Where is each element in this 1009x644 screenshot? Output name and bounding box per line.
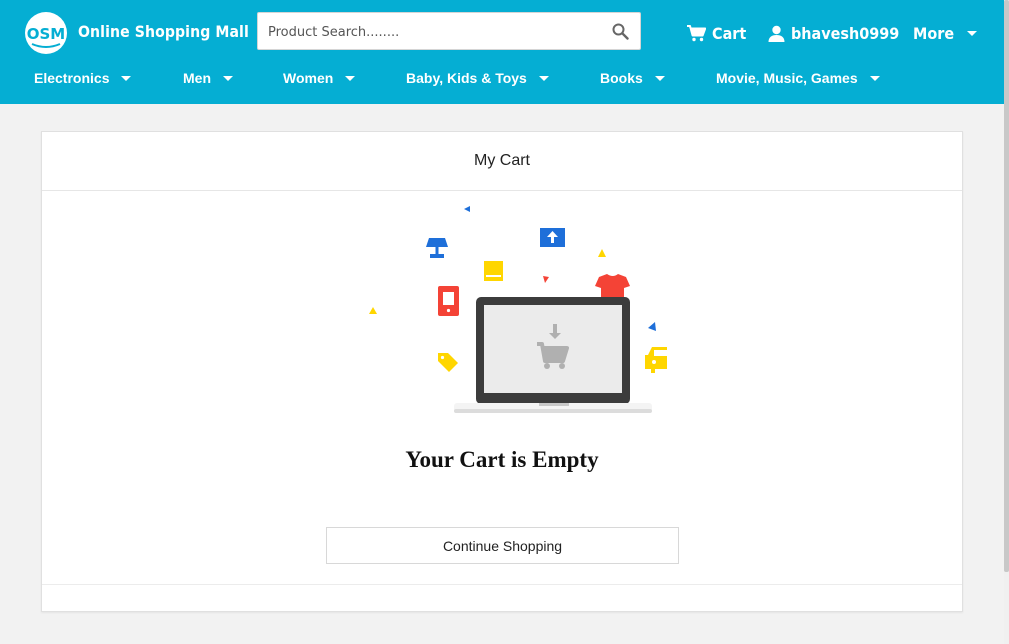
laptop-icon xyxy=(454,297,652,413)
category-baby-kids-toys[interactable]: Baby, Kids & Toys xyxy=(406,70,549,86)
caret-down-icon xyxy=(654,75,665,81)
username-label: bhavesh0999 xyxy=(791,24,900,43)
category-label: Electronics xyxy=(34,70,110,86)
tag-icon xyxy=(438,353,458,372)
cart-card: My Cart Your Cart is Empty Continue Shop… xyxy=(41,131,963,612)
empty-cart-message: Your Cart is Empty xyxy=(405,447,599,472)
category-label: Men xyxy=(183,70,211,86)
search-input[interactable] xyxy=(268,21,588,43)
top-header: OSM Online Shopping Mall Cart bhavesh099… xyxy=(0,0,1004,104)
caret-down-icon xyxy=(966,31,977,36)
cart-icon xyxy=(687,25,706,42)
category-label: Movie, Music, Games xyxy=(716,70,858,86)
more-menu[interactable]: More xyxy=(913,24,977,43)
user-icon xyxy=(768,25,785,42)
category-men[interactable]: Men xyxy=(183,70,233,86)
lamp-icon xyxy=(426,238,448,258)
logo-text: OSM xyxy=(27,25,65,43)
category-label: Books xyxy=(600,70,643,86)
cart-link[interactable]: Cart xyxy=(687,24,750,43)
car-icon xyxy=(645,347,667,373)
caret-down-icon xyxy=(345,75,356,81)
category-label: Baby, Kids & Toys xyxy=(406,70,527,86)
caret-down-icon xyxy=(538,75,549,81)
cart-label: Cart xyxy=(712,24,747,43)
scrollbar-thumb[interactable] xyxy=(1004,0,1009,572)
category-electronics[interactable]: Electronics xyxy=(34,70,132,86)
category-movie-music-games[interactable]: Movie, Music, Games xyxy=(716,70,880,86)
user-menu[interactable]: bhavesh0999 xyxy=(768,24,911,43)
search-box xyxy=(257,12,641,50)
continue-shopping-button[interactable]: Continue Shopping xyxy=(326,527,679,564)
phone-icon xyxy=(438,286,459,316)
book-icon xyxy=(484,261,503,281)
category-women[interactable]: Women xyxy=(283,70,356,86)
category-nav: Electronics Men Women Baby, Kids & Toys … xyxy=(0,70,1004,94)
category-label: Women xyxy=(283,70,334,86)
card-footer-divider xyxy=(42,584,962,585)
cart-title: My Cart xyxy=(42,132,962,191)
category-books[interactable]: Books xyxy=(600,70,665,86)
logo-icon[interactable]: OSM xyxy=(24,11,72,55)
site-brand[interactable]: Online Shopping Mall xyxy=(78,22,249,41)
more-label: More xyxy=(913,24,955,43)
caret-down-icon xyxy=(223,75,233,81)
caret-down-icon xyxy=(121,75,132,81)
empty-cart-illustration xyxy=(369,206,667,413)
caret-down-icon xyxy=(869,75,880,81)
search-icon[interactable] xyxy=(612,23,629,40)
page-scrollbar[interactable] xyxy=(1004,0,1009,644)
board-icon xyxy=(540,228,565,247)
